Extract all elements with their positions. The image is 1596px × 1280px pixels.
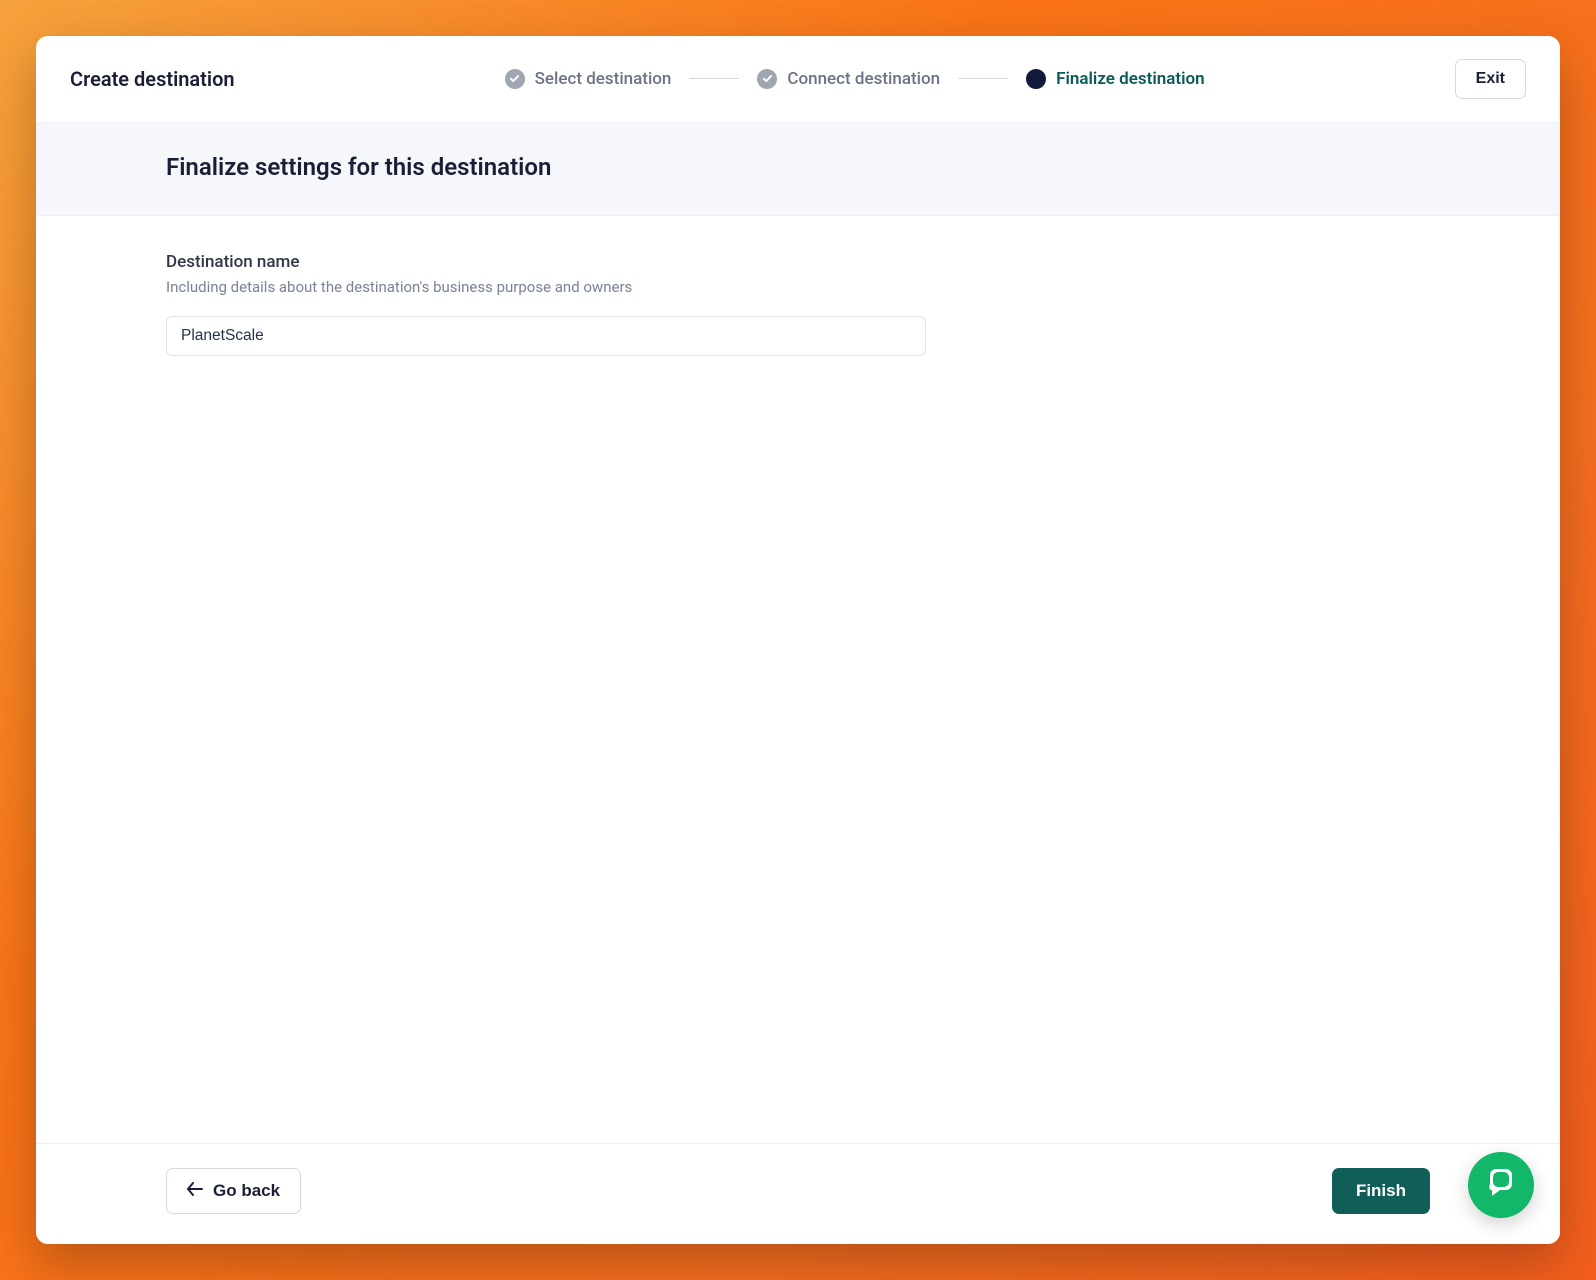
go-back-label: Go back bbox=[213, 1181, 280, 1201]
finish-button[interactable]: Finish bbox=[1332, 1168, 1430, 1214]
exit-button[interactable]: Exit bbox=[1455, 59, 1526, 99]
destination-name-input[interactable] bbox=[166, 316, 926, 356]
footer-bar: Go back Finish bbox=[36, 1143, 1560, 1244]
step-label: Select destination bbox=[535, 69, 672, 89]
page-title: Create destination bbox=[70, 67, 235, 91]
section-heading: Finalize settings for this destination bbox=[166, 153, 926, 181]
check-icon bbox=[505, 69, 525, 89]
step-finalize-destination[interactable]: Finalize destination bbox=[1026, 69, 1205, 89]
chat-widget-button[interactable] bbox=[1468, 1152, 1534, 1218]
step-label: Finalize destination bbox=[1056, 69, 1205, 89]
step-connect-destination[interactable]: Connect destination bbox=[757, 69, 940, 89]
step-connector bbox=[958, 78, 1008, 79]
step-select-destination[interactable]: Select destination bbox=[505, 69, 672, 89]
step-connector bbox=[689, 78, 739, 79]
main-content: Destination name Including details about… bbox=[36, 216, 1560, 1143]
go-back-button[interactable]: Go back bbox=[166, 1168, 301, 1214]
chat-icon bbox=[1484, 1166, 1518, 1204]
stepper: Select destination Connect destination F… bbox=[295, 69, 1415, 89]
arrow-left-icon bbox=[187, 1181, 203, 1201]
destination-name-help: Including details about the destination'… bbox=[166, 278, 926, 296]
step-current-icon bbox=[1026, 69, 1046, 89]
subheader: Finalize settings for this destination bbox=[36, 122, 1560, 216]
header-bar: Create destination Select destination Co… bbox=[36, 36, 1560, 122]
destination-name-label: Destination name bbox=[166, 252, 926, 272]
app-window: Create destination Select destination Co… bbox=[36, 36, 1560, 1244]
step-label: Connect destination bbox=[787, 69, 940, 89]
check-icon bbox=[757, 69, 777, 89]
